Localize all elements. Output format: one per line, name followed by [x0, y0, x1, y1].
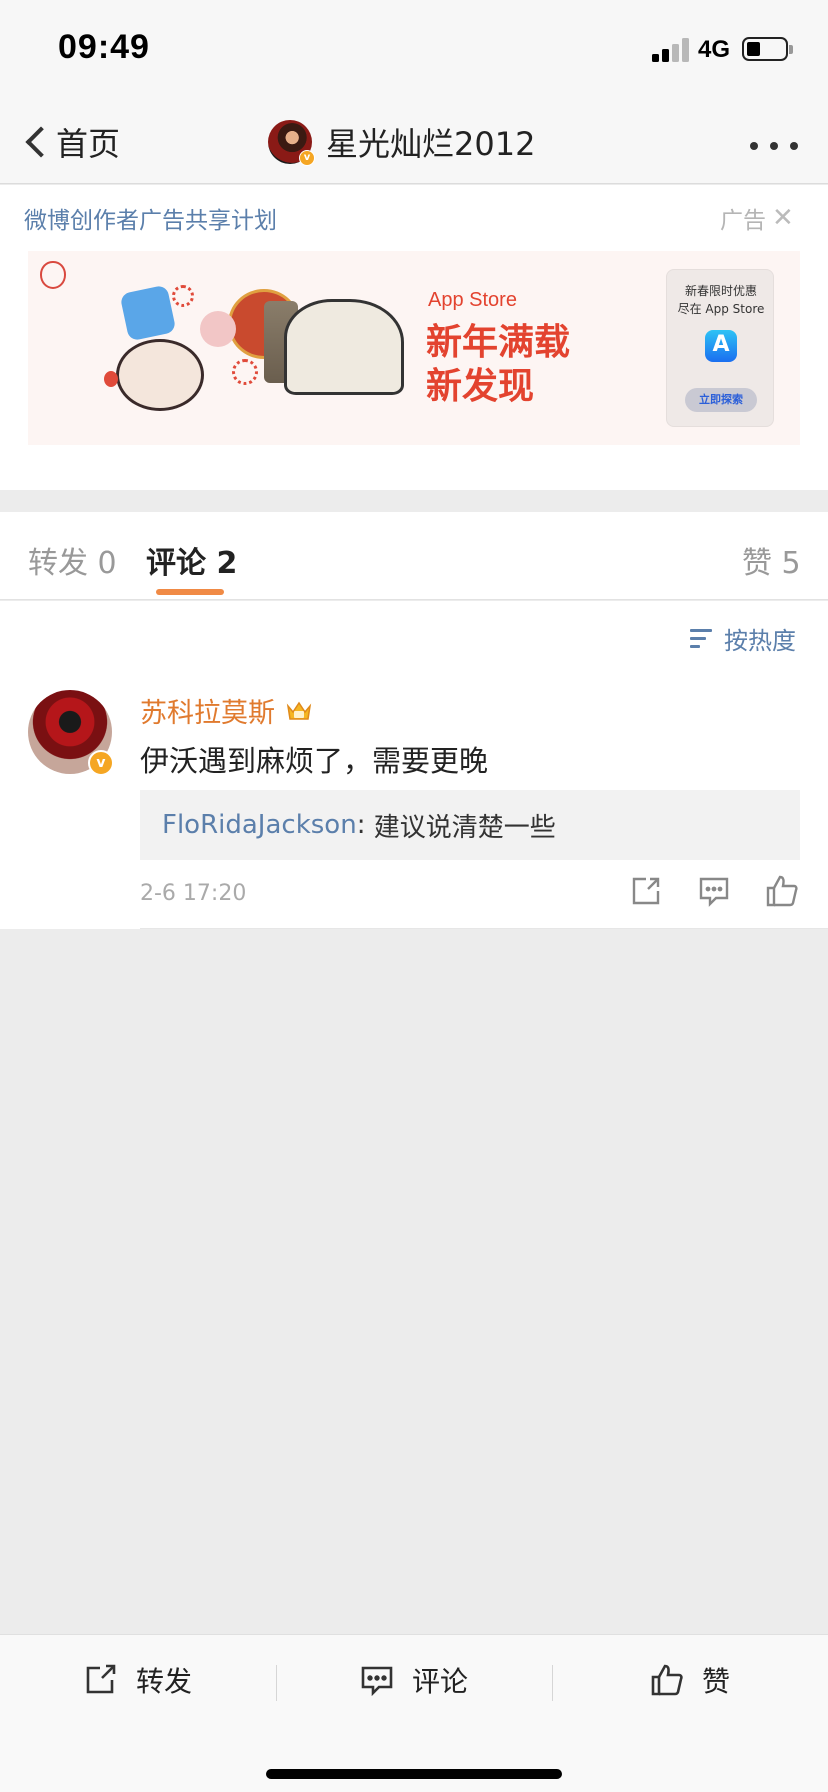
reply-separator: :: [356, 810, 374, 840]
reply-preview[interactable]: FloRidaJackson : 建议说清楚一些: [140, 790, 800, 860]
app-store-icon: A: [705, 330, 737, 362]
avatar: v: [268, 120, 315, 166]
repost-button[interactable]: 转发: [0, 1635, 276, 1725]
battery-icon: [742, 37, 793, 61]
reply-author[interactable]: FloRidaJackson: [162, 810, 357, 840]
tabs-bar: 转发 0 评论 2 赞 5: [0, 512, 828, 600]
ad-banner[interactable]: App Store 新年满载 新发现 新春限时优惠 尽在 App Store A…: [28, 251, 800, 445]
tab-like[interactable]: 赞 5: [742, 538, 801, 582]
game-character-image: [119, 284, 177, 342]
sort-button[interactable]: 按热度: [690, 621, 796, 656]
bottom-action-bar: 转发 评论 赞: [0, 1634, 828, 1792]
nav-title[interactable]: v 星光灿烂2012: [268, 116, 535, 168]
reply-text: 建议说清楚一些: [373, 812, 556, 843]
back-button[interactable]: 首页: [20, 118, 120, 166]
comment-time: 2-6 17:20: [140, 881, 247, 906]
verified-icon: v: [299, 150, 315, 166]
sort-icon: [690, 628, 716, 650]
ad-brand: App Store: [428, 289, 517, 311]
decor-sun-icon: [232, 359, 258, 385]
like-label: 赞: [701, 1665, 730, 1698]
game-character-image: [284, 299, 404, 395]
ad-tag: 广告 ✕: [720, 201, 794, 235]
signal-icon: [652, 36, 692, 62]
tab-comment[interactable]: 评论 2: [146, 538, 237, 582]
ad-section: 微博创作者广告共享计划 广告 ✕ App Store 新年满载 新发现 新春限时…: [0, 185, 828, 490]
game-character-image: [116, 339, 204, 411]
status-time: 09:49: [58, 28, 150, 66]
sort-label: 按热度: [724, 627, 796, 655]
avatar[interactable]: v: [28, 690, 114, 776]
decor-sun-icon: [172, 285, 194, 307]
nav-bar: 首页 v 星光灿烂2012: [0, 100, 828, 184]
comment-text: 伊沃遇到麻烦了，需要更晚: [140, 744, 489, 778]
share-icon[interactable]: [628, 873, 664, 909]
comment-label: 评论: [411, 1665, 468, 1698]
ad-card: 新春限时优惠 尽在 App Store A 立即探索: [666, 269, 774, 427]
repost-label: 转发: [135, 1665, 192, 1698]
share-icon: [86, 1664, 116, 1694]
tab-repost[interactable]: 转发 0: [28, 538, 117, 582]
close-icon[interactable]: ✕: [772, 203, 794, 233]
comment-list: 按热度 v 苏科拉莫斯 伊沃遇到麻烦了，需要更晚 FloRidaJackson …: [0, 601, 828, 929]
comment-author[interactable]: 苏科拉莫斯: [140, 691, 313, 730]
comment-icon: [361, 1666, 393, 1696]
ad-card-line: 新春限时优惠: [684, 284, 757, 298]
comment-button[interactable]: 评论: [276, 1635, 552, 1725]
chevron-left-icon: [25, 126, 57, 158]
ad-headline: 新年满载 新发现: [426, 321, 570, 409]
page-title: 星光灿烂2012: [326, 125, 536, 163]
more-button[interactable]: [750, 140, 802, 152]
status-bar: 09:49 4G: [0, 0, 828, 100]
crown-icon: [285, 699, 313, 723]
ad-headline-line: 新发现: [426, 366, 535, 407]
ad-program-label[interactable]: 微博创作者广告共享计划: [24, 201, 277, 235]
comment-icon[interactable]: [696, 873, 732, 909]
like-icon: [651, 1664, 683, 1696]
like-button[interactable]: 赞: [552, 1635, 828, 1725]
comment-author-name: 苏科拉莫斯: [140, 698, 275, 729]
back-label: 首页: [56, 125, 121, 163]
network-type: 4G: [698, 36, 731, 63]
verified-icon: v: [88, 750, 114, 776]
ad-card-line: 尽在 App Store: [677, 302, 765, 316]
apple-logo-icon: [40, 261, 66, 289]
game-character-image: [200, 311, 236, 347]
like-icon[interactable]: [764, 873, 800, 909]
ad-headline-line: 新年满载: [426, 322, 571, 363]
ad-cta-button[interactable]: 立即探索: [685, 388, 757, 412]
tab-active-indicator: [156, 589, 224, 595]
home-indicator[interactable]: [266, 1769, 562, 1779]
ad-tag-label: 广告: [720, 208, 766, 234]
comment-divider: [140, 928, 828, 929]
lantern-icon: [104, 371, 118, 387]
